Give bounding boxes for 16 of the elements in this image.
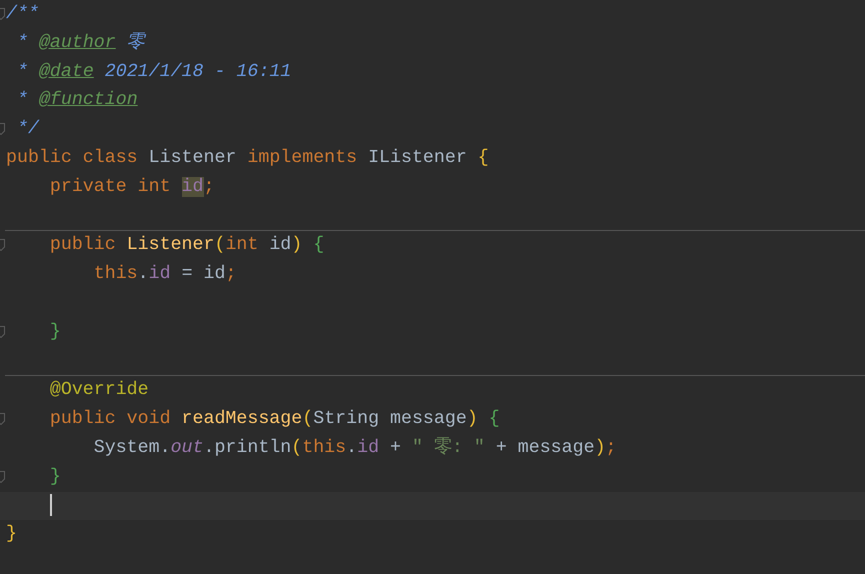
code-line: public class Listener implements IListener { [6, 148, 489, 168]
code-line: System.out.println(this.id + " 零: " + message); [94, 438, 617, 458]
code-line: */ [16, 119, 39, 140]
text-caret [50, 494, 52, 516]
code-line: /** [6, 4, 39, 24]
code-line: * @function [16, 90, 138, 110]
code-line: this.id = id; [94, 264, 236, 284]
code-line: * @date 2021/1/18 - 16:11 [16, 62, 292, 82]
code-line: } [50, 322, 61, 342]
code-line: private int id; [50, 176, 214, 197]
code-line: } [6, 524, 17, 544]
code-line: * @author 零 [16, 32, 145, 53]
code-line: } [50, 466, 61, 487]
code-line: public void readMessage(String message) { [50, 409, 500, 430]
code-line: public Listener(int id) { [50, 235, 324, 256]
code-line: @Override [50, 380, 149, 400]
